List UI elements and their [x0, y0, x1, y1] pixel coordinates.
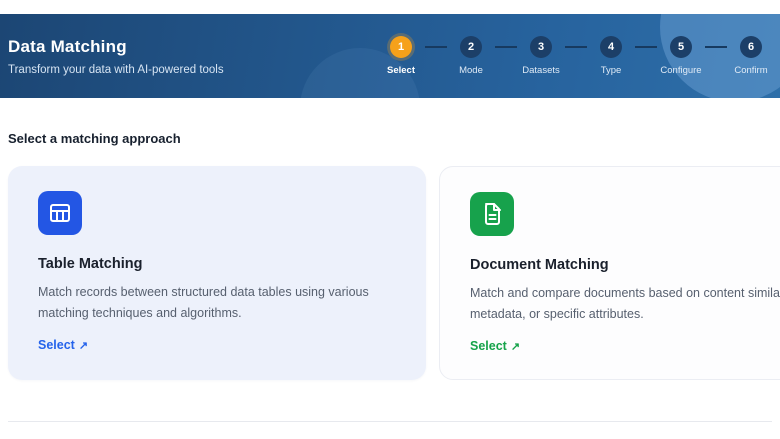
document-icon: [470, 192, 514, 236]
select-link-label: Select: [470, 339, 507, 353]
step-configure[interactable]: 5 Configure: [660, 36, 702, 76]
step-1-label: Select: [387, 65, 415, 76]
page: Data Matching Transform your data with A…: [0, 0, 780, 439]
step-connector: [705, 46, 727, 48]
step-confirm[interactable]: 6 Confirm: [730, 36, 772, 76]
step-select[interactable]: 1 Select: [380, 36, 422, 76]
card-description: Match records between structured data ta…: [38, 282, 396, 323]
step-type[interactable]: 4 Type: [590, 36, 632, 76]
step-5-circle[interactable]: 5: [670, 36, 692, 58]
approach-cards: Table Matching Match records between str…: [8, 166, 780, 380]
wizard-stepper: 1 Select 2 Mode 3 Datasets 4 Type 5 Conf…: [380, 36, 774, 76]
step-4-circle[interactable]: 4: [600, 36, 622, 58]
step-6-circle[interactable]: 6: [740, 36, 762, 58]
step-2-label: Mode: [459, 65, 483, 76]
step-3-label: Datasets: [522, 65, 560, 76]
step-4-label: Type: [601, 65, 622, 76]
select-table-matching-link[interactable]: Select ↗: [38, 338, 88, 352]
table-icon: [38, 191, 82, 235]
step-connector: [635, 46, 657, 48]
external-link-arrow-icon: ↗: [511, 340, 520, 353]
card-document-matching[interactable]: Document Matching Match and compare docu…: [439, 166, 780, 380]
step-connector: [495, 46, 517, 48]
select-link-label: Select: [38, 338, 75, 352]
header-text-block: Data Matching Transform your data with A…: [8, 37, 224, 76]
bottom-divider: [8, 421, 772, 422]
select-document-matching-link[interactable]: Select ↗: [470, 339, 520, 353]
page-header: Data Matching Transform your data with A…: [0, 14, 780, 98]
step-5-label: Configure: [660, 65, 701, 76]
card-title: Document Matching: [470, 257, 780, 273]
step-3-circle[interactable]: 3: [530, 36, 552, 58]
page-subtitle: Transform your data with AI-powered tool…: [8, 64, 224, 76]
step-connector: [565, 46, 587, 48]
step-datasets[interactable]: 3 Datasets: [520, 36, 562, 76]
card-title: Table Matching: [38, 256, 396, 272]
step-mode[interactable]: 2 Mode: [450, 36, 492, 76]
page-title: Data Matching: [8, 37, 224, 57]
step-1-circle[interactable]: 1: [390, 36, 412, 58]
step-connector: [425, 46, 447, 48]
step-6-label: Confirm: [734, 65, 767, 76]
card-table-matching[interactable]: Table Matching Match records between str…: [8, 166, 426, 380]
external-link-arrow-icon: ↗: [79, 339, 88, 352]
step-2-circle[interactable]: 2: [460, 36, 482, 58]
section-heading: Select a matching approach: [8, 131, 181, 146]
card-description: Match and compare documents based on con…: [470, 283, 780, 324]
